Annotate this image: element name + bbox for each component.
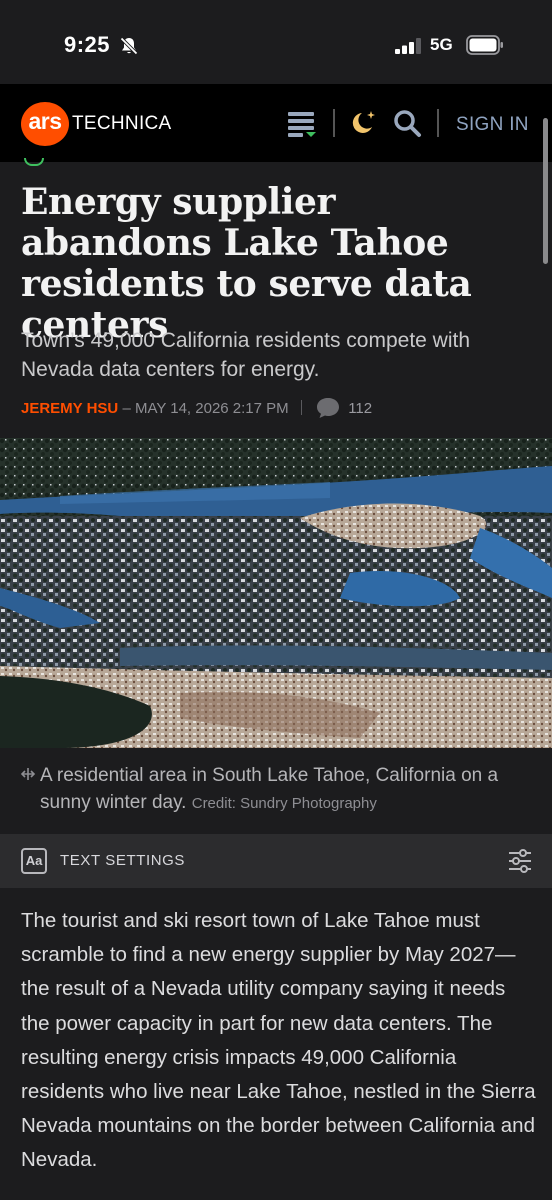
byline: JEREMY HSU – MAY 14, 2026 2:17 PM 112 (21, 397, 372, 419)
header-divider (437, 109, 439, 137)
network-type: 5G (430, 35, 453, 54)
article-body-paragraph: The tourist and ski resort town of Lake … (21, 909, 536, 1172)
logo-ars-text: ars (28, 108, 62, 134)
sign-in-link[interactable]: SIGN IN (456, 114, 529, 136)
article-dek: Town’s 49,000 California residents compe… (21, 329, 471, 381)
menu-icon[interactable] (287, 110, 317, 138)
aa-text-icon: Aa (21, 848, 47, 874)
publish-date: MAY 14, 2026 2:17 PM (134, 400, 289, 417)
comment-bubble-icon[interactable] (316, 397, 340, 419)
image-credit: Credit: Sundry Photography (191, 795, 377, 812)
section-indicator-icon (24, 158, 44, 166)
author-link[interactable]: JEREMY HSU (21, 400, 118, 417)
byline-divider (300, 400, 302, 415)
scrollbar[interactable] (543, 118, 548, 264)
expand-arrows-icon[interactable] (20, 766, 36, 782)
moon-icon[interactable] (348, 108, 378, 138)
sliders-icon[interactable] (507, 848, 533, 874)
bell-slash-icon (120, 37, 138, 55)
signal-bars-icon (395, 38, 421, 54)
search-icon[interactable] (392, 108, 422, 138)
logo-technica-text: TECHNICA (72, 113, 172, 134)
hero-image[interactable] (0, 438, 552, 748)
status-bar: 9:25 5G (0, 0, 552, 84)
article-headline: Energy supplier abandons Lake Tahoe resi… (21, 181, 472, 346)
comment-count[interactable]: 112 (348, 400, 372, 417)
status-time: 9:25 (64, 32, 111, 57)
header-divider (333, 109, 335, 137)
text-settings-label[interactable]: TEXT SETTINGS (60, 852, 185, 869)
image-caption: A residential area in South Lake Tahoe, … (40, 762, 540, 817)
byline-dash: – (122, 400, 135, 417)
battery-icon (466, 35, 503, 55)
